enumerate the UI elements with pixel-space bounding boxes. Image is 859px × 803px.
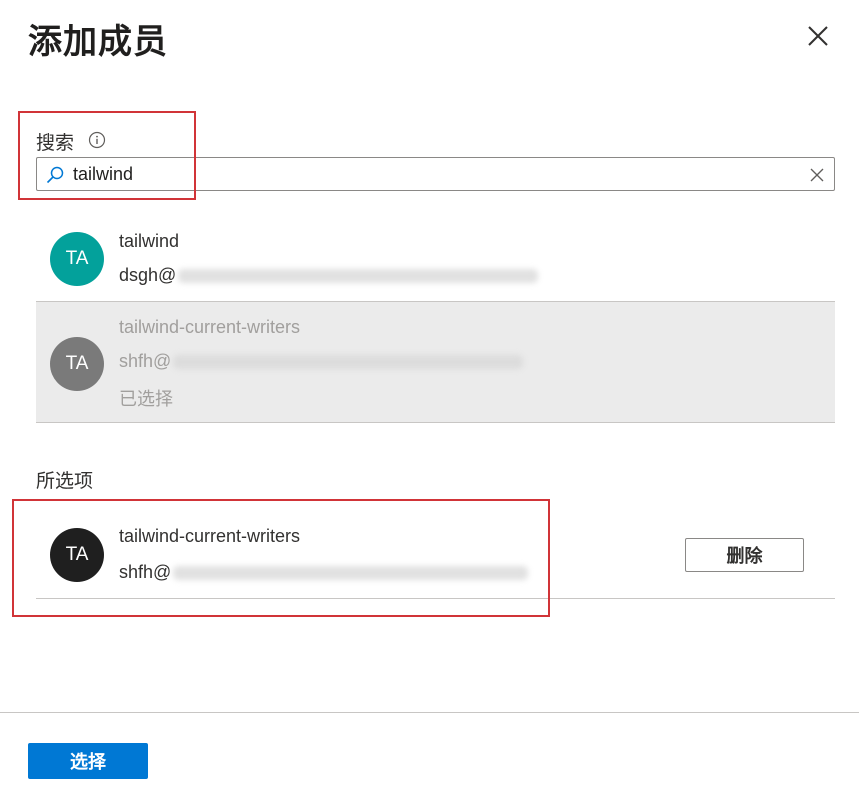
search-result-item-selected[interactable]: TA tailwind-current-writers shfh@ 已选择 <box>36 302 835 423</box>
search-result-item[interactable]: TA tailwind dsgh@ <box>36 222 835 300</box>
search-highlight-box <box>18 111 196 200</box>
redacted-email <box>178 269 539 284</box>
result-name: tailwind-current-writers <box>119 317 301 337</box>
clear-search-icon[interactable] <box>809 167 825 183</box>
panel-title: 添加成员 <box>28 23 168 61</box>
result-email: dsgh@ <box>119 265 539 286</box>
close-icon <box>808 26 828 46</box>
avatar: TA <box>50 337 104 391</box>
selected-highlight-box <box>12 499 550 617</box>
result-name: tailwind <box>119 231 180 251</box>
redacted-email <box>173 355 524 370</box>
email-prefix: shfh@ <box>119 351 172 371</box>
avatar: TA <box>50 232 104 286</box>
result-email: shfh@ <box>119 351 524 372</box>
select-button[interactable]: 选择 <box>28 743 148 779</box>
remove-button[interactable]: 删除 <box>685 538 804 572</box>
email-prefix: dsgh@ <box>119 265 177 285</box>
footer-divider <box>0 712 859 713</box>
selected-status: 已选择 <box>119 389 173 409</box>
close-button[interactable] <box>800 18 836 54</box>
selected-section-label: 所选项 <box>36 471 94 492</box>
